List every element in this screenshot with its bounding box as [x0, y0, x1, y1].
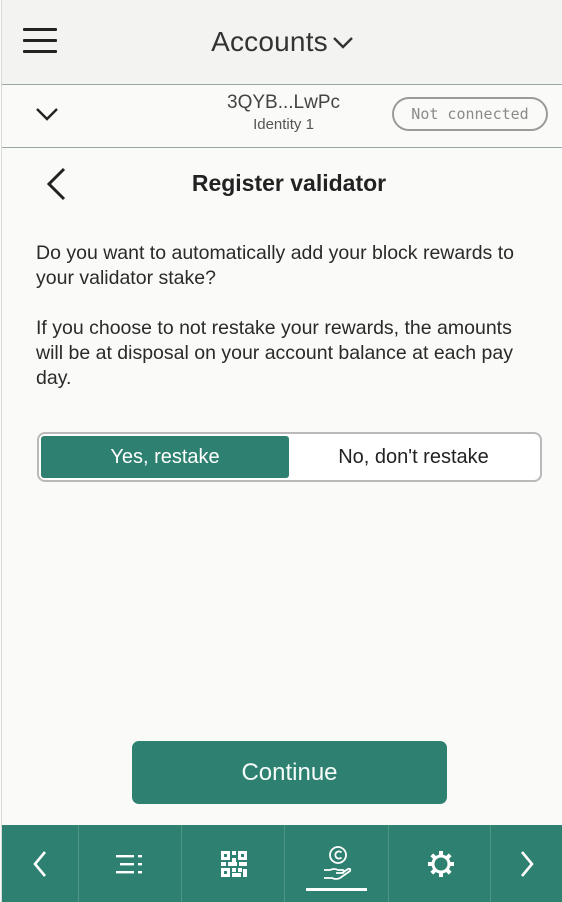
no-restake-option[interactable]: No, don't restake	[289, 436, 538, 478]
yes-restake-option[interactable]: Yes, restake	[41, 436, 289, 478]
restake-explanation: If you choose to not restake your reward…	[36, 317, 513, 389]
continue-button[interactable]: Continue	[132, 741, 447, 804]
nav-stake-button[interactable]	[285, 825, 389, 902]
list-icon	[116, 855, 142, 874]
account-bar: 3QYB...LwPc Identity 1 Not connected	[2, 85, 562, 148]
app-window: Accounts 3QYB...LwPc Identity 1 Not conn…	[1, 0, 562, 902]
chevron-left-icon	[33, 851, 46, 877]
nav-qr-button[interactable]	[182, 825, 285, 902]
accounts-dropdown[interactable]: Accounts	[2, 26, 562, 58]
qr-code-icon	[221, 851, 247, 877]
restake-question: Do you want to automatically add your bl…	[36, 242, 514, 289]
chevron-down-icon	[332, 25, 354, 57]
top-bar: Accounts	[2, 0, 562, 85]
nav-list-button[interactable]	[79, 825, 182, 902]
restake-toggle: Yes, restake No, don't restake	[37, 432, 542, 482]
nav-back-button[interactable]	[2, 825, 79, 902]
connection-status-badge: Not connected	[392, 97, 548, 131]
gear-icon	[428, 851, 454, 877]
bottom-nav	[2, 825, 562, 902]
section-title: Register validator	[191, 170, 387, 196]
nav-forward-button[interactable]	[491, 825, 562, 902]
page-title: Accounts	[211, 26, 328, 57]
nav-settings-button[interactable]	[389, 825, 491, 902]
chevron-right-icon	[521, 851, 534, 877]
stake-coin-hand-icon	[324, 846, 352, 880]
active-tab-indicator	[306, 888, 367, 891]
